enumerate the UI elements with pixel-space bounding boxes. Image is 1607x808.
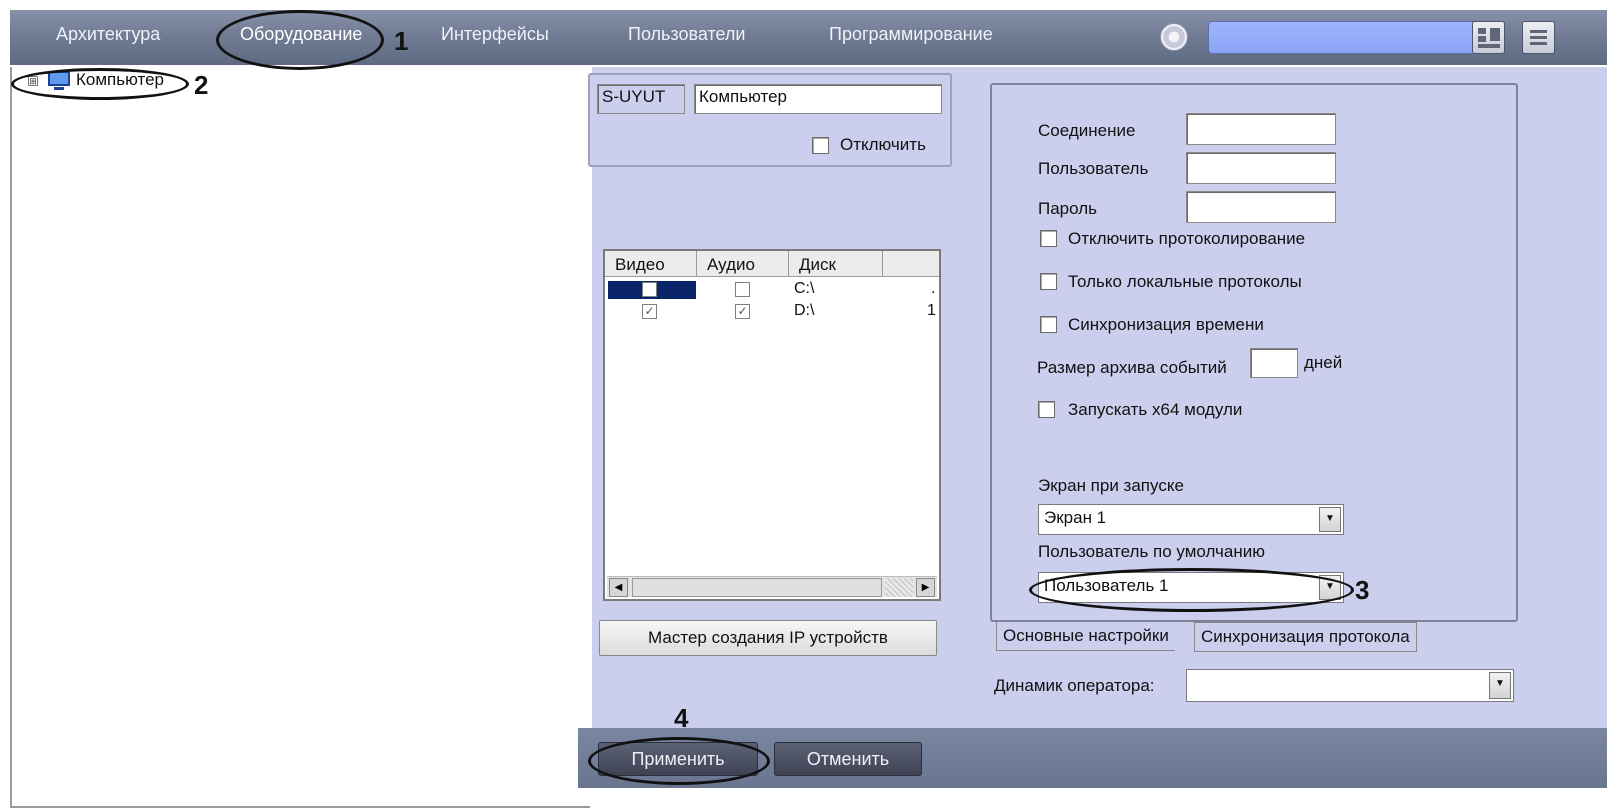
tab-users[interactable]: Пользователи: [628, 24, 745, 45]
object-name-input[interactable]: Компьютер: [694, 84, 942, 114]
settings-panel: S-UYUT Компьютер Отключить Видео Аудио Д…: [588, 67, 1607, 728]
object-id-field: S-UYUT: [597, 84, 685, 114]
tab-equipment[interactable]: Оборудование: [240, 24, 362, 45]
disk-list[interactable]: Видео Аудио Диск C:\ . ✓ ✓ D:\ 1 ◀ ▶: [603, 249, 941, 601]
object-id-group: S-UYUT Компьютер Отключить: [588, 73, 952, 167]
default-user-select[interactable]: Пользователь 1 ▼: [1038, 572, 1344, 603]
user-label: Пользователь: [1038, 159, 1149, 178]
row1-disk[interactable]: C:\: [794, 280, 814, 298]
layout-grid-button[interactable]: [1472, 21, 1505, 54]
startup-screen-label: Экран при запуске: [1038, 476, 1184, 495]
main-settings-group: Соединение Пользователь Пароль Отключить…: [990, 83, 1518, 622]
x64-modules-checkbox[interactable]: [1038, 401, 1055, 418]
local-logs-checkbox[interactable]: [1040, 273, 1057, 290]
archive-size-input[interactable]: [1250, 348, 1298, 378]
grid-icon: [1478, 28, 1486, 34]
search-icon[interactable]: [1160, 23, 1188, 51]
annotation-number-4: 4: [674, 703, 689, 733]
password-input[interactable]: [1186, 191, 1336, 223]
tree-item-computer[interactable]: Компьютер: [76, 70, 164, 90]
disable-checkbox[interactable]: [812, 137, 829, 154]
startup-screen-value: Экран 1: [1044, 508, 1107, 527]
password-label: Пароль: [1038, 199, 1097, 218]
column-extra: [883, 251, 939, 277]
operator-speaker-select[interactable]: ▼: [1186, 669, 1514, 702]
search-input[interactable]: [1208, 21, 1488, 54]
tab-programming[interactable]: Программирование: [829, 24, 993, 45]
row2-extra: 1: [927, 302, 936, 319]
menu-button[interactable]: [1522, 21, 1555, 54]
chevron-down-icon[interactable]: ▼: [1319, 575, 1341, 600]
apply-button[interactable]: Применить: [598, 742, 758, 776]
chevron-down-icon[interactable]: ▼: [1489, 672, 1511, 699]
chevron-down-icon[interactable]: ▼: [1319, 507, 1341, 532]
column-audio[interactable]: Аудио: [697, 251, 789, 277]
connection-label: Соединение: [1038, 121, 1136, 140]
row1-video-checkbox[interactable]: [642, 282, 657, 297]
cancel-button[interactable]: Отменить: [774, 742, 922, 776]
row1-audio-checkbox[interactable]: [735, 282, 750, 297]
object-tree: ⊞ Компьютер: [10, 67, 590, 808]
time-sync-label: Синхронизация времени: [1068, 315, 1264, 334]
user-input[interactable]: [1186, 152, 1336, 184]
archive-size-label: Размер архива событий: [1037, 358, 1227, 377]
tab-main-settings[interactable]: Основные настройки: [996, 622, 1175, 651]
disable-logging-checkbox[interactable]: [1040, 230, 1057, 247]
connection-input[interactable]: [1186, 113, 1336, 145]
x64-modules-label: Запускать x64 модули: [1068, 400, 1243, 419]
column-video[interactable]: Видео: [605, 251, 697, 277]
column-disk[interactable]: Диск: [789, 251, 883, 277]
tab-architecture[interactable]: Архитектура: [56, 24, 160, 45]
tab-log-sync[interactable]: Синхронизация протокола: [1194, 622, 1417, 652]
menu-icon: [1530, 30, 1547, 33]
scroll-right-icon[interactable]: ▶: [916, 578, 935, 597]
horizontal-scrollbar[interactable]: ◀ ▶: [607, 576, 937, 597]
row2-video-checkbox[interactable]: ✓: [642, 304, 657, 319]
scroll-thumb[interactable]: [632, 578, 882, 597]
action-bar: Применить Отменить: [578, 728, 1607, 788]
disable-label: Отключить: [840, 135, 926, 154]
annotation-number-1: 1: [394, 26, 409, 56]
row2-disk[interactable]: D:\: [794, 302, 814, 320]
row2-audio-checkbox[interactable]: ✓: [735, 304, 750, 319]
computer-icon: [48, 71, 70, 91]
annotation-number-3: 3: [1355, 575, 1370, 605]
time-sync-checkbox[interactable]: [1040, 316, 1057, 333]
startup-screen-select[interactable]: Экран 1 ▼: [1038, 504, 1344, 535]
scroll-left-icon[interactable]: ◀: [609, 578, 628, 597]
tab-interfaces[interactable]: Интерфейсы: [441, 24, 549, 45]
default-user-label: Пользователь по умолчанию: [1038, 542, 1265, 561]
main-toolbar: Архитектура Оборудование Интерфейсы Поль…: [10, 10, 1607, 65]
operator-speaker-label: Динамик оператора:: [994, 676, 1155, 695]
disable-logging-label: Отключить протоколирование: [1068, 229, 1306, 248]
local-logs-label: Только локальные протоколы: [1068, 272, 1302, 291]
default-user-value: Пользователь 1: [1044, 576, 1169, 595]
ip-wizard-button[interactable]: Мастер создания IP устройств: [599, 620, 937, 656]
tree-expand-toggle[interactable]: ⊞: [28, 76, 38, 86]
annotation-number-2: 2: [194, 70, 209, 100]
row1-extra: .: [931, 280, 936, 297]
archive-unit-label: дней: [1304, 353, 1343, 372]
